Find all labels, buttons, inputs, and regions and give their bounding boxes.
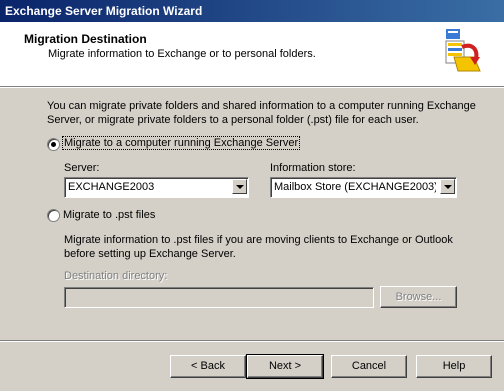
intro-text: You can migrate private folders and shar… xyxy=(47,100,476,126)
footer-divider-highlight xyxy=(0,341,504,342)
cancel-button[interactable]: Cancel xyxy=(331,355,407,378)
radio-selected-dot xyxy=(51,142,56,147)
server-dropdown[interactable]: EXCHANGE2003 xyxy=(64,177,249,198)
destination-directory-label: Destination directory: xyxy=(64,270,168,282)
window-title: Exchange Server Migration Wizard xyxy=(5,4,203,18)
information-store-label: Information store: xyxy=(270,162,356,174)
radio-pst-files[interactable] xyxy=(47,209,60,222)
information-store-value: Mailbox Store (EXCHANGE2003) (F xyxy=(274,181,436,193)
server-label: Server: xyxy=(64,162,100,174)
radio-exchange-label[interactable]: Migrate to a computer running Exchange S… xyxy=(62,136,301,150)
chevron-down-icon[interactable] xyxy=(232,179,247,194)
page-title: Migration Destination xyxy=(24,32,147,46)
pst-description: Migrate information to .pst files if you… xyxy=(64,234,453,260)
radio-pst-label[interactable]: Migrate to .pst files xyxy=(63,209,155,221)
page-subtitle: Migrate information to Exchange or to pe… xyxy=(48,48,316,60)
help-button[interactable]: Help xyxy=(416,355,492,378)
chevron-down-icon[interactable] xyxy=(440,179,455,194)
back-button[interactable]: < Back xyxy=(170,355,246,378)
migration-wizard-icon xyxy=(444,27,482,75)
wizard-header: Migration Destination Migrate informatio… xyxy=(0,22,504,87)
browse-button[interactable]: Browse... xyxy=(380,286,457,308)
radio-exchange-server[interactable] xyxy=(47,138,60,151)
information-store-dropdown[interactable]: Mailbox Store (EXCHANGE2003) (F xyxy=(270,177,457,198)
destination-directory-input[interactable] xyxy=(64,287,374,308)
title-bar[interactable]: Exchange Server Migration Wizard xyxy=(0,0,504,22)
next-button[interactable]: Next > xyxy=(246,354,324,379)
server-value: EXCHANGE2003 xyxy=(68,181,155,193)
header-divider xyxy=(0,87,504,88)
